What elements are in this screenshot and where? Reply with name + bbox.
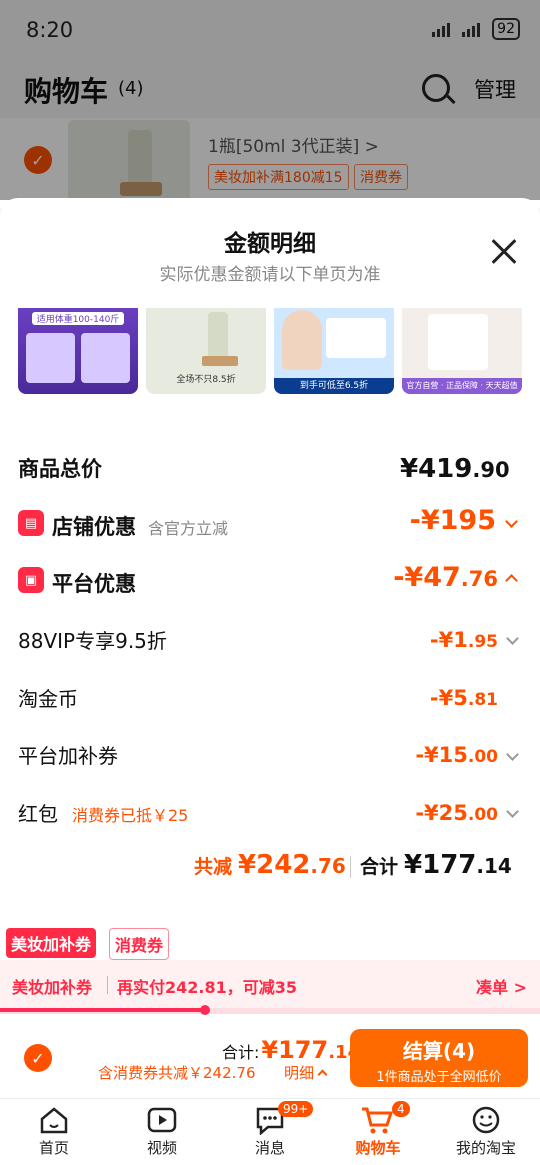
video-icon — [147, 1107, 177, 1133]
select-all-checkbox[interactable]: ✓ — [24, 1044, 52, 1072]
add-items-link[interactable]: 凑单 > — [476, 974, 527, 998]
chevron-up-icon — [317, 1069, 328, 1080]
message-badge: 99+ — [278, 1101, 314, 1117]
divider — [350, 856, 351, 878]
total-amount: ¥419.90 — [400, 454, 510, 484]
red-packet-note: 消费券已抵￥25 — [72, 806, 189, 825]
product-caption: 适用体重100-140斤 — [32, 312, 124, 325]
platform-discount-label: 平台优惠 — [52, 572, 136, 596]
close-icon[interactable] — [488, 236, 520, 268]
promo-bar[interactable]: 美妆加补券 再实付242.81，可减35 凑单 > — [0, 960, 540, 1012]
checkout-button[interactable]: 结算(4) 1件商品处于全网低价 — [350, 1029, 528, 1087]
overlay-dim[interactable] — [0, 0, 540, 200]
tab-messages[interactable]: 99+ 消息 — [216, 1099, 324, 1165]
checkout-button-sub: 1件商品处于全网低价 — [376, 1070, 502, 1085]
product-thumb[interactable]: 全场不只8.5折 — [146, 308, 266, 394]
chevron-down-icon[interactable] — [506, 748, 519, 761]
shop-discount-amount: -¥195 — [409, 505, 496, 536]
tab-profile[interactable]: 我的淘宝 — [432, 1099, 540, 1165]
total-summary: 合计 ¥177.14 — [360, 850, 512, 880]
tab-cart[interactable]: 4 购物车 — [324, 1099, 432, 1165]
promo-bar-text: 再实付242.81，可减35 — [117, 978, 298, 997]
chevron-down-icon[interactable] — [505, 515, 518, 528]
coin-discount-amount: -¥5.81 — [429, 686, 498, 710]
platform-coupon-label: 平台加补券 — [18, 744, 118, 768]
promo-progress — [0, 1005, 540, 1015]
product-thumb[interactable]: 官方自营 · 正品保障 · 天天超值 — [402, 308, 522, 394]
cart-icon — [362, 1107, 394, 1134]
checkout-button-label: 结算(4) — [402, 1039, 476, 1063]
vip-discount-label: 88VIP专享9.5折 — [18, 629, 167, 653]
tab-label: 购物车 — [355, 1139, 401, 1157]
promo-tag: 美妆加补券 — [6, 928, 97, 958]
product-caption: 全场不只8.5折 — [176, 375, 236, 385]
product-thumb[interactable]: 适用体重100-140斤 — [18, 308, 138, 394]
sheet-title: 金额明细 — [224, 231, 316, 257]
vip-discount-amount: -¥1.95 — [429, 628, 498, 652]
platform-discount-amount: -¥47.76 — [393, 562, 498, 593]
sheet-subtitle: 实际优惠金额请以下单页为准 — [159, 265, 381, 285]
red-packet-label: 红包 — [18, 802, 58, 826]
tab-label: 首页 — [38, 1139, 69, 1157]
progress-dot — [200, 1005, 211, 1015]
home-icon — [40, 1107, 68, 1134]
tab-label: 消息 — [254, 1139, 285, 1157]
amount-detail-sheet: 金额明细 实际优惠金额请以下单页为准 适用体重100-140斤 全场不只8.5折… — [0, 198, 540, 1028]
chevron-down-icon[interactable] — [506, 805, 519, 818]
detail-toggle[interactable]: 明细 — [284, 1062, 328, 1083]
product-thumb[interactable]: 到手可低至6.5折 — [274, 308, 394, 394]
shop-discount-label: 店铺优惠 — [52, 515, 136, 539]
coin-discount-label: 淘金币 — [18, 687, 78, 711]
product-caption: 官方自营 · 正品保障 · 天天超值 — [402, 378, 522, 394]
progress-fill — [0, 1008, 206, 1012]
platform-coupon-amount: -¥15.00 — [415, 743, 498, 767]
divider — [107, 976, 108, 994]
checkout-total: 合计: ¥177.14 — [222, 1036, 361, 1064]
total-label: 商品总价 — [18, 457, 102, 481]
chevron-down-icon[interactable] — [506, 632, 519, 645]
checkout-bar: ✓ 合计: ¥177.14 含消费券共减￥242.76 明细 结算(4) 1件商… — [0, 1022, 540, 1098]
shop-discount-note: 含官方立减 — [148, 519, 229, 538]
saved-summary: 共减 ¥242.76 — [194, 850, 346, 880]
checkout-discount: 含消费券共减￥242.76 — [98, 1064, 256, 1082]
tab-video[interactable]: 视频 — [108, 1099, 216, 1165]
bottom-tab-bar: 首页 视频 99+ 消息 4 购物车 我的淘宝 — [0, 1098, 540, 1165]
detail-label: 明细 — [284, 1064, 315, 1082]
coupon-tag: 消费券 — [109, 928, 170, 960]
tab-label: 视频 — [146, 1139, 177, 1157]
profile-icon — [472, 1106, 500, 1134]
tab-label: 我的淘宝 — [455, 1139, 516, 1157]
shop-icon: ▤ — [18, 510, 44, 536]
cart-badge: 4 — [392, 1101, 410, 1117]
product-caption: 到手可低至6.5折 — [274, 378, 394, 394]
promo-bar-label: 美妆加补券 — [12, 978, 93, 997]
tab-home[interactable]: 首页 — [0, 1099, 108, 1165]
red-packet-amount: -¥25.00 — [415, 801, 498, 825]
platform-icon: ▣ — [18, 567, 44, 593]
chevron-up-icon[interactable] — [505, 574, 518, 587]
